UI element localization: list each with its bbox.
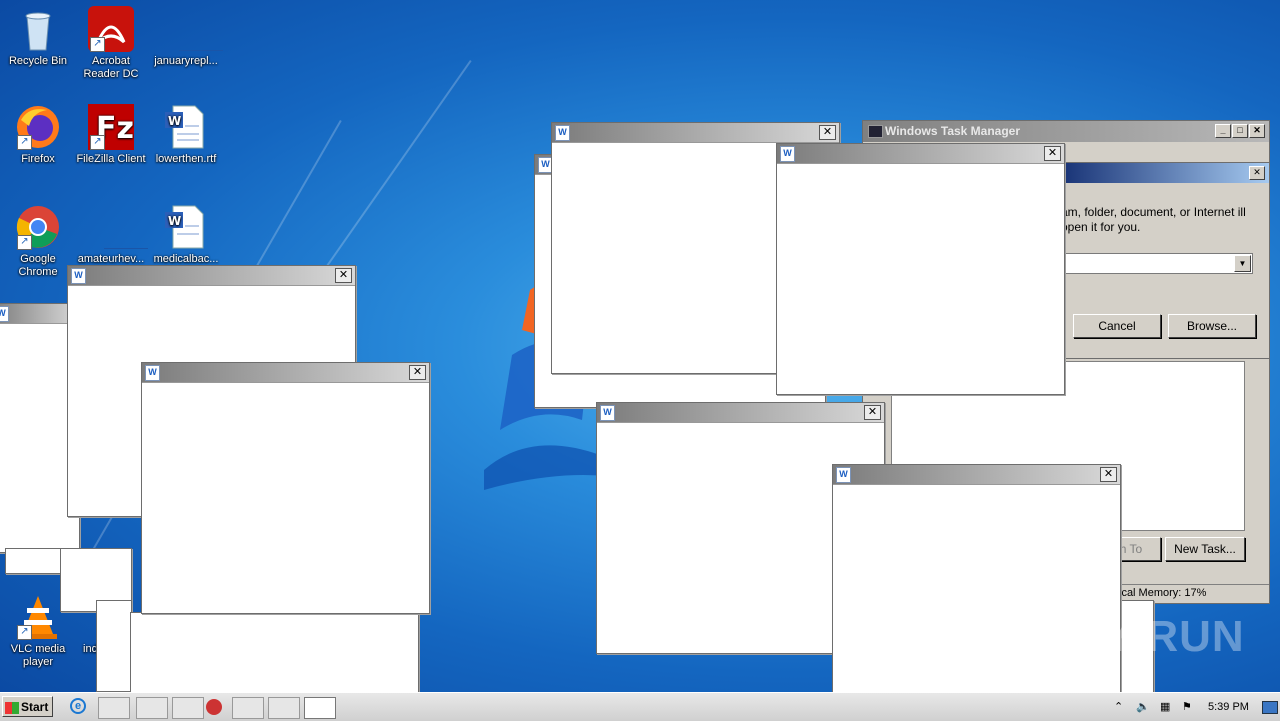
- new-task-button[interactable]: New Task...: [1165, 537, 1245, 561]
- close-icon[interactable]: ✕: [819, 125, 836, 140]
- shortcut-arrow-icon: ↗: [17, 235, 32, 250]
- desktop-icon-label: Firefox: [21, 153, 55, 165]
- shortcut-arrow-icon: ↗: [17, 135, 32, 150]
- close-icon[interactable]: ✕: [1100, 467, 1117, 482]
- desktop-icon-lowerthen[interactable]: W lowerthen.rtf: [148, 104, 224, 166]
- close-icon[interactable]: ✕: [1249, 124, 1265, 138]
- desktop-icon-chrome[interactable]: ↗ Google Chrome: [0, 204, 76, 279]
- window-titlebar[interactable]: W ✕: [833, 465, 1120, 485]
- network-icon[interactable]: ▦: [1160, 695, 1170, 719]
- window-body: [777, 164, 1064, 394]
- desktop-icon-recycle-bin[interactable]: Recycle Bin: [0, 6, 76, 68]
- shortcut-arrow-icon: ↗: [90, 37, 105, 52]
- acrobat-icon: ↗: [88, 6, 134, 52]
- desktop-icon-label: medicalbac...: [153, 253, 219, 265]
- chevron-down-icon[interactable]: ▼: [1234, 255, 1251, 272]
- run-dialog[interactable]: ✕ am, folder, document, or Internet ill …: [1040, 162, 1270, 359]
- action-center-flag-icon[interactable]: ⚑: [1182, 695, 1192, 719]
- window-titlebar[interactable]: W ✕: [142, 363, 429, 383]
- desktop-icon-firefox[interactable]: ↗ Firefox: [0, 104, 76, 166]
- close-icon[interactable]: ✕: [1249, 166, 1265, 180]
- close-icon[interactable]: ✕: [409, 365, 426, 380]
- taskbar-app-button[interactable]: [136, 697, 168, 719]
- window-body: [97, 601, 131, 691]
- desktop-icon-label: amateurhev...: [77, 253, 145, 265]
- taskbar-app-button[interactable]: [98, 697, 130, 719]
- word-icon: W: [836, 467, 851, 483]
- taskbar-app-button[interactable]: [206, 699, 222, 715]
- shortcut-arrow-icon: ↗: [90, 135, 105, 150]
- windows-flag-icon: [5, 701, 19, 714]
- svg-text:W: W: [168, 214, 181, 228]
- close-icon[interactable]: ✕: [335, 268, 352, 283]
- desktop-icon-label: Google Chrome: [18, 253, 58, 278]
- file-icon: [163, 6, 223, 52]
- svg-text:W: W: [168, 114, 181, 128]
- file-icon: [88, 204, 148, 250]
- desktop-icon-label: lowerthen.rtf: [155, 153, 217, 165]
- desktop-icon-label: FileZilla Client: [76, 153, 146, 165]
- chrome-icon: ↗: [15, 204, 61, 250]
- blank-window[interactable]: W ✕: [141, 362, 430, 614]
- word-icon: W: [71, 268, 86, 284]
- start-button[interactable]: Start: [2, 696, 53, 717]
- cancel-button[interactable]: Cancel: [1073, 314, 1161, 338]
- taskbar-app-button[interactable]: [304, 697, 336, 719]
- taskbar-app-button[interactable]: [232, 697, 264, 719]
- firefox-icon: ↗: [15, 104, 61, 150]
- volume-icon[interactable]: 🔈: [1136, 695, 1150, 719]
- clock[interactable]: 5:39 PM: [1208, 695, 1249, 719]
- word-document-icon: W: [163, 104, 209, 150]
- minimize-icon[interactable]: _: [1215, 124, 1231, 138]
- window-titlebar[interactable]: W ✕: [552, 123, 839, 143]
- taskbar: Start e ⌃ 🔈 ▦ ⚑ 5:39 PM: [0, 692, 1280, 721]
- close-icon[interactable]: ✕: [1044, 146, 1061, 161]
- run-dialog-description: am, folder, document, or Internet ill op…: [1061, 205, 1246, 234]
- word-document-icon: W: [163, 204, 209, 250]
- desktop-icon-label: Recycle Bin: [8, 55, 68, 67]
- chevron-up-icon[interactable]: ⌃: [1114, 695, 1123, 719]
- window-titlebar[interactable]: W ✕: [597, 403, 884, 423]
- close-icon[interactable]: ✕: [864, 405, 881, 420]
- browse-button[interactable]: Browse...: [1168, 314, 1256, 338]
- window-titlebar[interactable]: W ✕: [68, 266, 355, 286]
- desktop-icon-label: januaryrepl...: [154, 55, 218, 67]
- watermark: ANY RUN: [1038, 612, 1245, 661]
- taskbar-app-button[interactable]: [268, 697, 300, 719]
- word-icon: W: [145, 365, 160, 381]
- desktop-icon-amateurhev[interactable]: amateurhev...: [73, 204, 149, 266]
- window-body: [142, 383, 429, 613]
- maximize-icon[interactable]: □: [1232, 124, 1248, 138]
- blank-window[interactable]: [96, 600, 132, 692]
- desktop-icon-medicalbac[interactable]: W medicalbac...: [148, 204, 224, 266]
- run-dialog-titlebar[interactable]: ✕: [1041, 163, 1269, 183]
- shortcut-arrow-icon: ↗: [17, 625, 32, 640]
- internet-explorer-icon[interactable]: e: [70, 698, 86, 714]
- word-icon: W: [780, 146, 795, 162]
- task-manager-title: Windows Task Manager: [885, 124, 1021, 138]
- blank-window[interactable]: W ✕: [776, 143, 1065, 395]
- window-titlebar[interactable]: W ✕: [777, 144, 1064, 164]
- desktop-icon-acrobat[interactable]: ↗ Acrobat Reader DC: [73, 6, 149, 81]
- desktop-icon-label: VLC media player: [10, 643, 66, 668]
- desktop-icon-januaryrepl[interactable]: januaryrepl...: [148, 6, 224, 68]
- recycle-bin-icon: [15, 6, 61, 52]
- start-label: Start: [21, 700, 49, 714]
- show-desktop-icon[interactable]: [1262, 701, 1278, 714]
- physical-memory-status: ical Memory: 17%: [1119, 587, 1207, 599]
- system-tray: ⌃ 🔈 ▦ ⚑ 5:39 PM: [1108, 695, 1280, 719]
- desktop-icon-filezilla[interactable]: Fz ↗ FileZilla Client: [73, 104, 149, 166]
- task-manager-icon: [868, 125, 883, 138]
- vlc-icon: ↗: [15, 594, 61, 640]
- run-open-combobox[interactable]: ▼: [1061, 253, 1253, 274]
- word-icon: W: [600, 405, 615, 421]
- desktop-icon-label: Acrobat Reader DC: [83, 55, 139, 80]
- word-icon: W: [0, 306, 9, 322]
- taskbar-app-button[interactable]: [172, 697, 204, 719]
- word-icon: W: [555, 125, 570, 141]
- filezilla-icon: Fz ↗: [88, 104, 134, 150]
- task-manager-titlebar[interactable]: Windows Task Manager _ □ ✕: [863, 121, 1269, 142]
